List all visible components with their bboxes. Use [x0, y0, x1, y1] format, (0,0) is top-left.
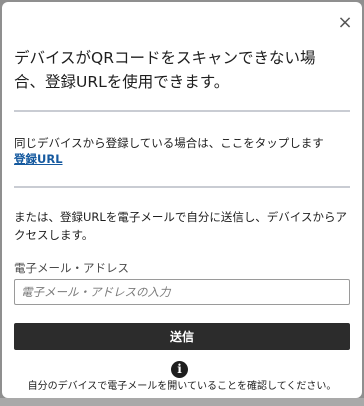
- dialog-heading: デバイスがQRコードをスキャンできない場合、登録URLを使用できます。: [14, 49, 316, 91]
- divider: [14, 110, 350, 112]
- email-info-text: または、登録URLを電子メールで自分に送信し、デバイスからアクセスします。: [14, 210, 347, 242]
- close-icon[interactable]: ×: [336, 14, 354, 32]
- register-url-link[interactable]: 登録URL: [14, 150, 63, 168]
- email-field[interactable]: [14, 279, 350, 305]
- same-device-text: 同じデバイスから登録している場合は、ここをタップします: [14, 136, 324, 150]
- backdrop-page-strip: [0, 398, 364, 406]
- info-icon: i: [171, 361, 188, 378]
- registration-url-dialog: × デバイスがQRコードをスキャンできない場合、登録URLを使用できます。 同じ…: [2, 2, 362, 398]
- send-button[interactable]: 送信: [14, 323, 350, 350]
- divider: [14, 186, 350, 188]
- email-field-label: 電子メール・アドレス: [14, 261, 129, 275]
- confirm-email-note: 自分のデバイスで電子メールを開いていることを確認してください。: [27, 381, 337, 392]
